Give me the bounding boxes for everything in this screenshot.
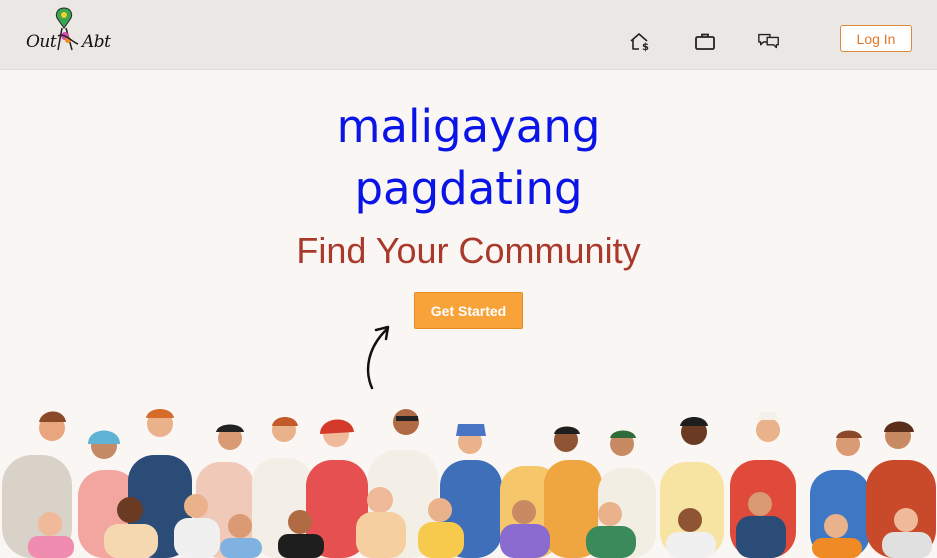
- svg-text:$: $: [642, 42, 649, 53]
- outabt-logo[interactable]: Out Abt: [24, 6, 116, 56]
- tagline: Find Your Community: [296, 230, 641, 271]
- diverse-crowd-illustration: [2, 409, 936, 558]
- login-button[interactable]: Log In: [840, 25, 912, 52]
- header: Out Abt $ Log In: [0, 0, 937, 70]
- briefcase-icon[interactable]: [693, 30, 717, 54]
- chat-bubbles-icon[interactable]: [757, 30, 781, 54]
- curved-arrow-icon: [366, 325, 390, 390]
- get-started-button[interactable]: Get Started: [414, 292, 523, 329]
- welcome-heading-line2: pagdating: [354, 162, 583, 215]
- home-dollar-icon[interactable]: $: [628, 30, 652, 54]
- welcome-heading-line1: maligayang: [336, 100, 601, 153]
- logo-right-text: Abt: [82, 32, 111, 52]
- logo-left-text: Out: [26, 32, 57, 52]
